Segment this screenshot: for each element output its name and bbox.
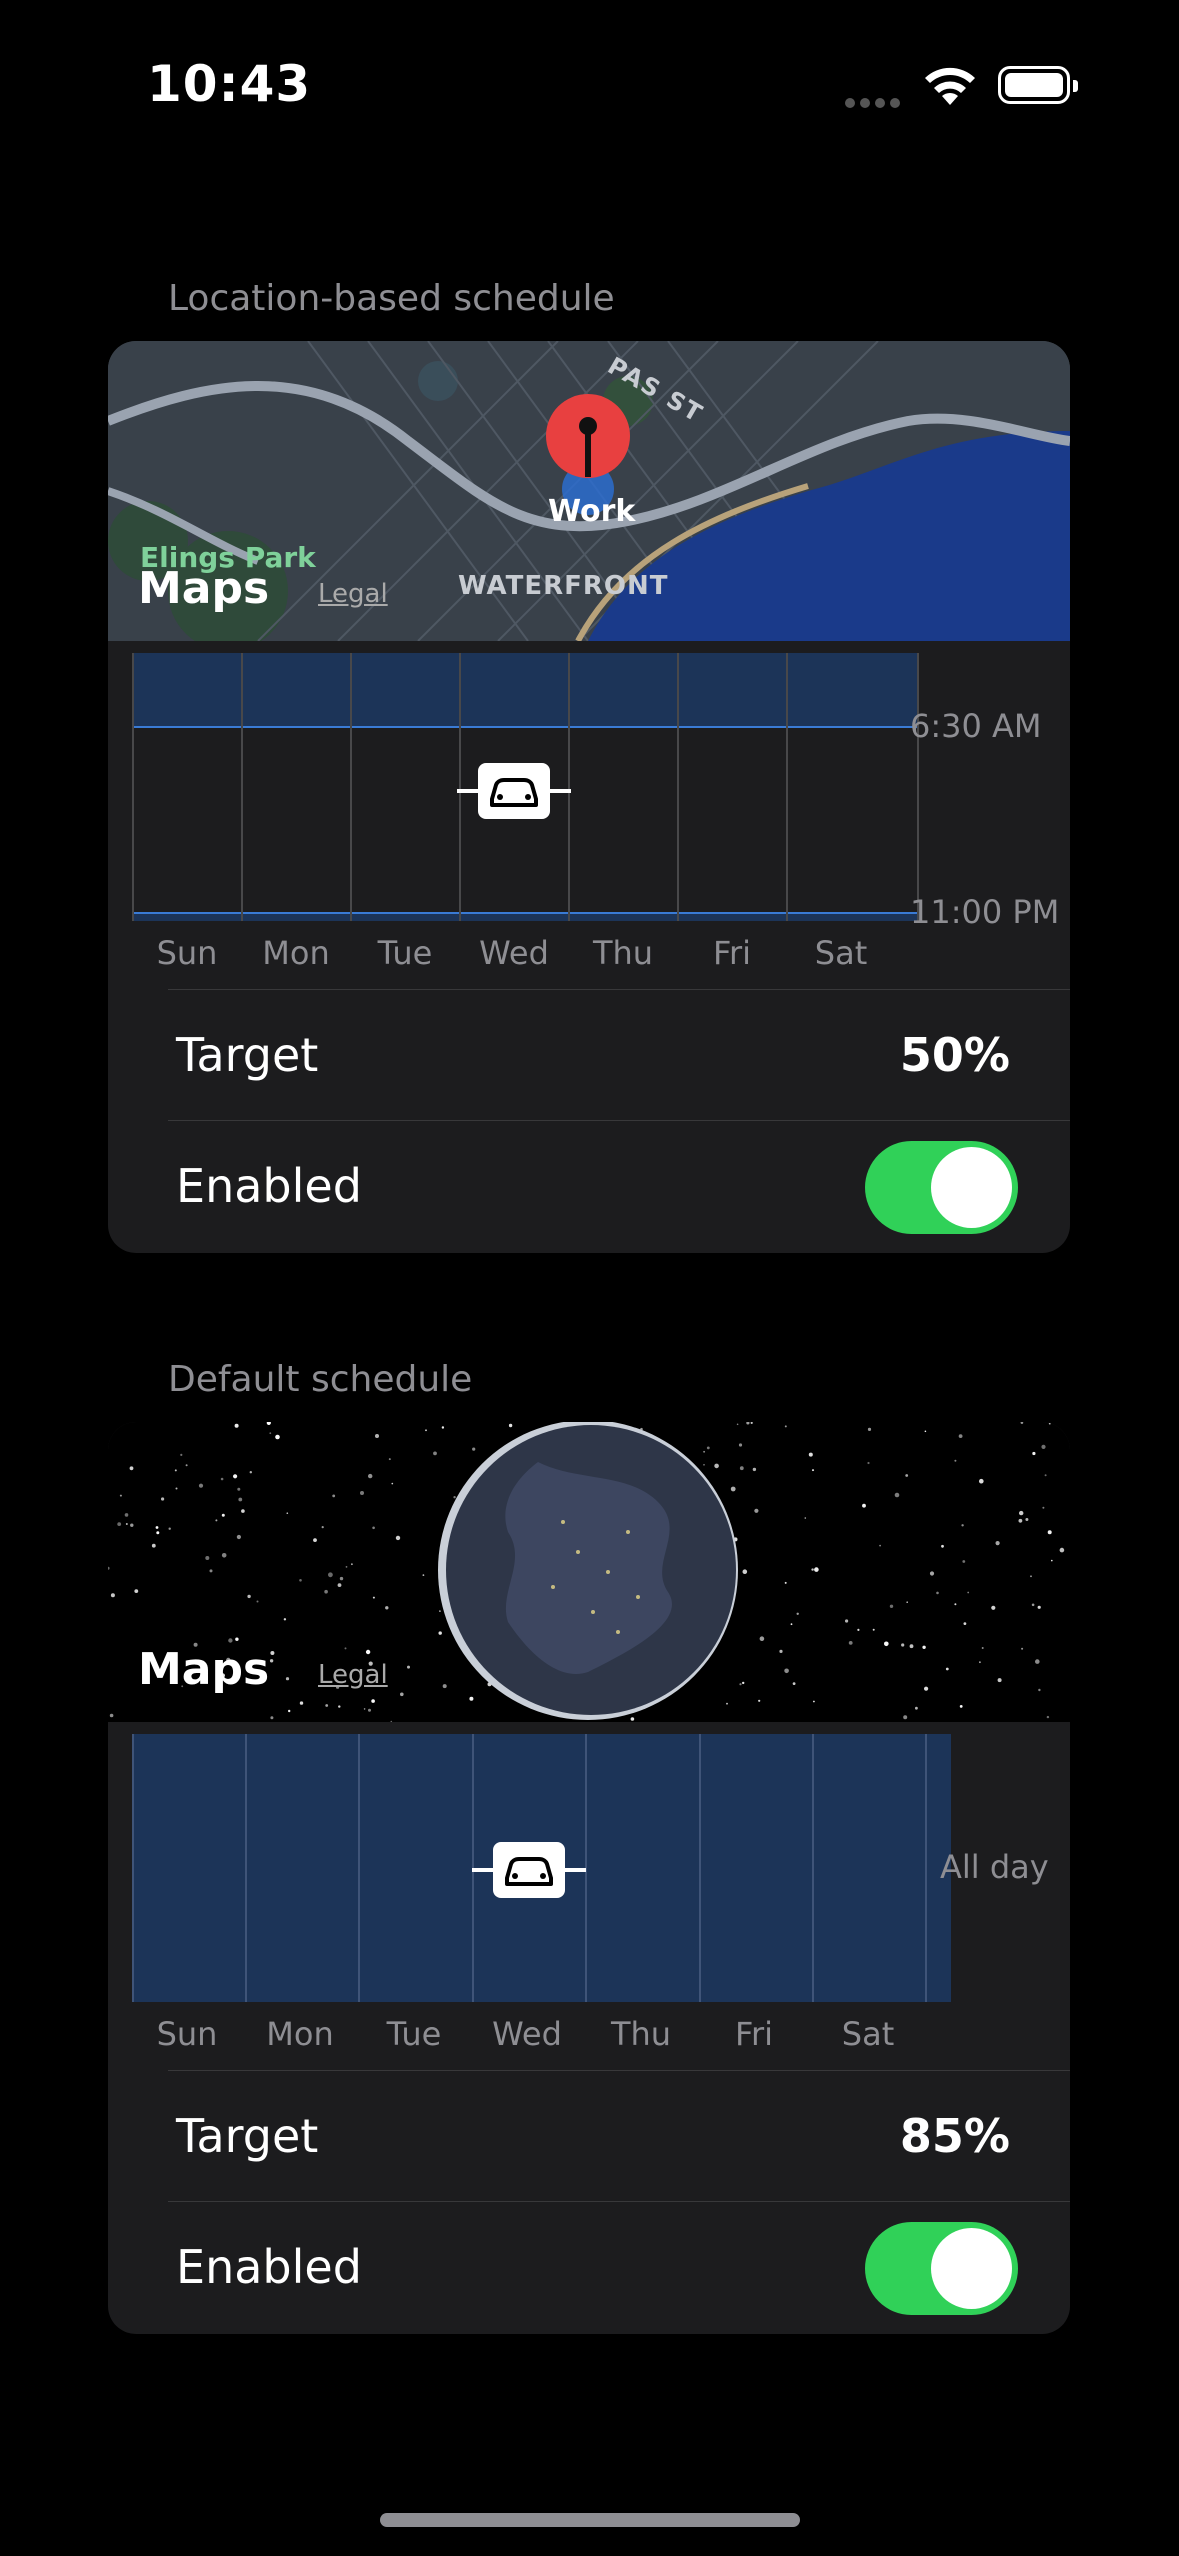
day-label: Wed (479, 934, 549, 972)
enabled-toggle[interactable] (865, 2222, 1018, 2315)
legal-link[interactable]: Legal (318, 579, 388, 609)
cellular-signal-icon (845, 93, 905, 108)
target-row[interactable]: Target 50% (168, 989, 1070, 1121)
day-label: Fri (734, 2015, 774, 2053)
location-schedule-chart[interactable] (132, 653, 919, 921)
day-label: Mon (262, 934, 330, 972)
default-schedule-chart[interactable] (132, 1734, 951, 2002)
battery-icon (998, 66, 1078, 104)
day-label: Mon (266, 2015, 334, 2053)
day-label: Sat (814, 934, 868, 972)
enabled-label: Enabled (176, 2240, 362, 2294)
location-schedule-heading: Location-based schedule (168, 278, 615, 319)
day-label: Sun (156, 934, 218, 972)
day-label: Thu (592, 934, 654, 972)
car-icon (472, 1842, 586, 1898)
day-label: Sun (156, 2015, 218, 2053)
status-bar: 10:43 (0, 0, 1179, 160)
status-time: 10:43 (147, 55, 312, 113)
default-schedule-heading: Default schedule (168, 1359, 473, 1400)
day-label: Tue (386, 2015, 442, 2053)
day-label: Fri (712, 934, 752, 972)
enabled-row: Enabled (168, 1120, 1070, 1252)
location-map[interactable]: Work Elings Park WATERFRONT PAS ST Maps … (108, 341, 1070, 651)
end-time-label: 11:00 PM (910, 893, 1060, 931)
wifi-icon (925, 67, 975, 105)
target-row[interactable]: Target 85% (168, 2070, 1070, 2202)
car-icon (457, 763, 571, 819)
enabled-label: Enabled (176, 1159, 362, 1213)
default-schedule-card: Maps Legal All day Sun Mon Tue Wed Thu F… (108, 1422, 1070, 2334)
all-day-label: All day (940, 1848, 1049, 1886)
target-value: 50% (899, 1028, 1010, 1082)
day-label: Tue (377, 934, 433, 972)
day-label: Sat (841, 2015, 895, 2053)
day-label: Wed (492, 2015, 562, 2053)
apple-maps-logo: Maps (138, 1644, 270, 1695)
location-schedule-card: Work Elings Park WATERFRONT PAS ST Maps … (108, 341, 1070, 1253)
target-value: 85% (899, 2109, 1010, 2163)
enabled-toggle[interactable] (865, 1141, 1018, 1234)
start-time-label: 6:30 AM (910, 707, 1042, 745)
target-label: Target (176, 2109, 319, 2163)
enabled-row: Enabled (168, 2201, 1070, 2333)
day-label: Thu (610, 2015, 672, 2053)
legal-link[interactable]: Legal (318, 1660, 388, 1690)
home-indicator[interactable] (380, 2513, 800, 2527)
map-pin-label: Work (548, 494, 636, 529)
apple-maps-logo: Maps (138, 563, 270, 614)
globe-map[interactable]: Maps Legal (108, 1422, 1070, 1723)
map-place-district: WATERFRONT (458, 571, 669, 601)
target-label: Target (176, 1028, 319, 1082)
